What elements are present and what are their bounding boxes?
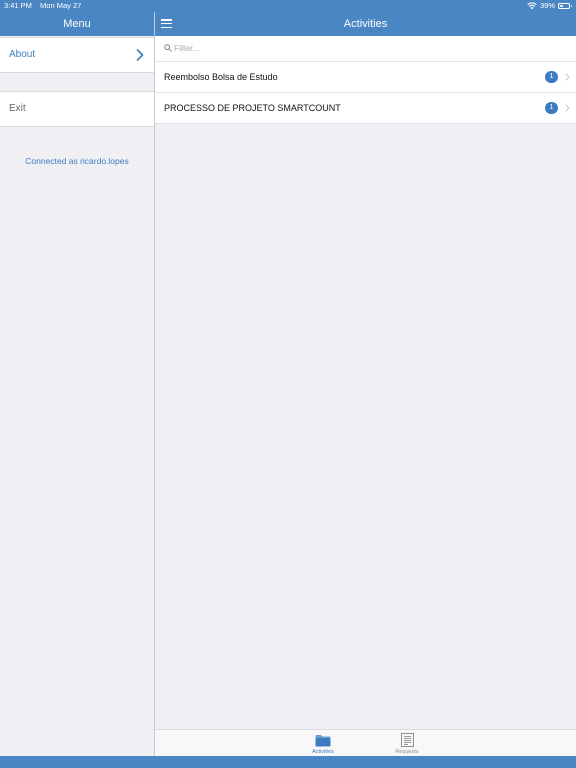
menu-item-about[interactable]: About — [0, 37, 154, 73]
chevron-right-icon — [565, 104, 570, 112]
folder-icon — [315, 735, 331, 747]
hamburger-menu-icon[interactable] — [161, 19, 172, 29]
list-item-label: PROCESSO DE PROJETO SMARTCOUNT — [164, 103, 341, 113]
activities-title: Activities — [343, 18, 388, 30]
menu-item-exit-label: Exit — [9, 103, 26, 114]
activities-list: Reembolso Bolsa de Estudo 1 PROCESSO DE … — [155, 62, 576, 124]
menu-title: Menu — [0, 12, 154, 36]
bottom-bar — [0, 756, 576, 768]
list-item[interactable]: Reembolso Bolsa de Estudo 1 — [155, 62, 576, 93]
status-bar-left: 3:41 PM Mon May 27 — [4, 0, 87, 12]
activities-header: Activities — [155, 12, 576, 36]
tab-requests-label: Requests — [395, 749, 419, 755]
status-bar-right: 39% — [527, 0, 572, 12]
chevron-right-icon — [565, 73, 570, 81]
status-time: 3:41 PM — [4, 1, 32, 10]
battery-fill — [560, 5, 564, 7]
filter-input[interactable] — [174, 40, 554, 56]
wifi-icon — [527, 2, 537, 10]
list-item-label: Reembolso Bolsa de Estudo — [164, 72, 278, 82]
ipad-screen: 3:41 PM Mon May 27 39% Menu About Exit C… — [0, 0, 576, 768]
count-badge: 1 — [545, 102, 558, 114]
connected-user-text: Connected as ricardo.lopes — [25, 156, 129, 166]
menu-item-about-label: About — [9, 49, 36, 60]
list-item[interactable]: PROCESSO DE PROJETO SMARTCOUNT 1 — [155, 93, 576, 124]
chevron-right-icon — [136, 49, 144, 61]
status-bar: 3:41 PM Mon May 27 39% — [0, 0, 576, 12]
count-badge: 1 — [545, 71, 558, 83]
tab-requests[interactable]: Requests — [387, 732, 427, 756]
tab-bar: Activities Requests — [155, 729, 576, 757]
menu-panel: Menu About Exit Connected as ricardo.lop… — [0, 12, 154, 756]
document-icon — [401, 733, 414, 747]
menu-item-exit[interactable]: Exit — [0, 91, 154, 127]
activities-panel: Activities Reembolso Bolsa de Estudo 1 P… — [155, 12, 576, 757]
battery-percent: 39% — [539, 1, 555, 10]
search-icon — [164, 44, 172, 52]
filter-bar — [155, 36, 576, 62]
tab-activities-label: Activities — [312, 749, 334, 755]
status-date: Mon May 27 — [40, 1, 82, 10]
battery-icon — [558, 3, 572, 9]
tab-activities[interactable]: Activities — [303, 732, 343, 756]
